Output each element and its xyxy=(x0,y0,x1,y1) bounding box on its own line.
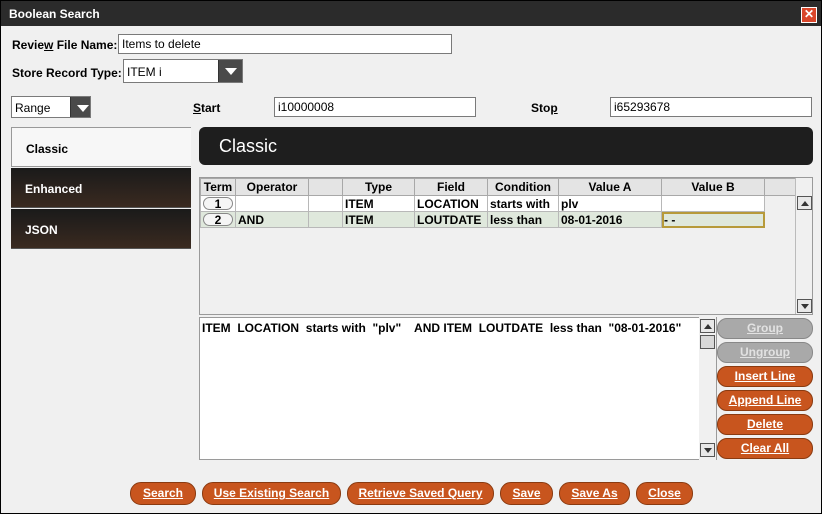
term-cell[interactable]: 2 xyxy=(200,211,236,228)
type-cell[interactable]: ITEM xyxy=(342,211,415,228)
tab-enhanced-label: Enhanced xyxy=(25,182,83,196)
stop-input[interactable]: i65293678 xyxy=(610,97,812,117)
value-b-input[interactable]: - - xyxy=(661,211,765,228)
value-b-cell[interactable] xyxy=(661,195,765,212)
table-row[interactable]: 2 AND ITEM LOUTDATE less than 08-01-2016… xyxy=(200,211,799,228)
grid-scrollbar[interactable] xyxy=(795,178,812,314)
insert-line-button[interactable]: Insert Line xyxy=(717,366,813,387)
ungroup-button[interactable]: Ungroup xyxy=(717,342,813,363)
col-value-b: Value B xyxy=(661,178,765,196)
panel-header: Classic xyxy=(199,127,813,165)
review-file-name-label: Review File Name: xyxy=(12,38,118,52)
scroll-thumb[interactable] xyxy=(700,335,715,349)
value-a-cell[interactable]: 08-01-2016 xyxy=(558,211,662,228)
scroll-down-icon[interactable] xyxy=(797,299,812,313)
scroll-up-icon[interactable] xyxy=(700,319,715,333)
panel-title: Classic xyxy=(219,136,278,156)
term-button[interactable]: 1 xyxy=(203,196,233,210)
blank-cell[interactable] xyxy=(308,211,343,228)
condition-cell[interactable]: starts with xyxy=(487,195,559,212)
range-value: Range xyxy=(15,101,51,115)
table-header-row: Term Operator Type Field Condition Value… xyxy=(200,178,799,196)
extra-cell xyxy=(764,195,799,212)
search-terms-grid: Term Operator Type Field Condition Value… xyxy=(199,177,813,315)
col-condition: Condition xyxy=(487,178,559,196)
tab-enhanced[interactable]: Enhanced xyxy=(11,168,191,208)
start-input[interactable]: i10000008 xyxy=(274,97,476,117)
store-record-type-value: ITEM i xyxy=(127,65,162,79)
query-text-area[interactable]: ITEM LOCATION starts with "plv" AND ITEM… xyxy=(199,317,717,460)
term-button[interactable]: 2 xyxy=(203,212,233,226)
condition-cell[interactable]: less than xyxy=(487,211,559,228)
window-title: Boolean Search xyxy=(9,7,100,21)
query-scrollbar[interactable] xyxy=(699,317,716,460)
table-row[interactable]: 1 ITEM LOCATION starts with plv xyxy=(200,195,799,212)
range-select[interactable]: Range xyxy=(11,96,91,118)
type-cell[interactable]: ITEM xyxy=(342,195,415,212)
store-record-type-select[interactable]: ITEM i xyxy=(123,59,243,83)
tab-classic-label: Classic xyxy=(26,142,69,156)
close-window-icon[interactable]: ✕ xyxy=(801,7,817,23)
stop-label: Stop xyxy=(531,101,558,115)
col-extra xyxy=(764,178,799,196)
value-a-cell[interactable]: plv xyxy=(558,195,662,212)
col-blank xyxy=(308,178,343,196)
store-record-type-label: Store Record Type: xyxy=(12,66,122,80)
tab-json[interactable]: JSON xyxy=(11,209,191,249)
title-bar: Boolean Search xyxy=(1,1,821,26)
extra-cell xyxy=(764,211,799,228)
chevron-down-icon[interactable] xyxy=(218,60,242,82)
save-as-button[interactable]: Save As xyxy=(559,482,630,505)
retrieve-saved-query-button[interactable]: Retrieve Saved Query xyxy=(347,482,494,505)
scroll-down-icon[interactable] xyxy=(700,443,715,457)
col-field: Field xyxy=(414,178,488,196)
term-cell[interactable]: 1 xyxy=(200,195,236,212)
field-cell[interactable]: LOUTDATE xyxy=(414,211,488,228)
clear-all-button[interactable]: Clear All xyxy=(717,438,813,459)
blank-cell[interactable] xyxy=(308,195,343,212)
search-button[interactable]: Search xyxy=(130,482,196,505)
tab-json-label: JSON xyxy=(25,223,58,237)
save-button[interactable]: Save xyxy=(500,482,553,505)
field-cell[interactable]: LOCATION xyxy=(414,195,488,212)
col-term: Term xyxy=(200,178,236,196)
terms-table: Term Operator Type Field Condition Value… xyxy=(200,178,799,228)
tab-classic[interactable]: Classic xyxy=(11,127,191,167)
col-value-a: Value A xyxy=(558,178,662,196)
group-button[interactable]: Group xyxy=(717,318,813,339)
boolean-search-window: Boolean Search ✕ Review File Name: Items… xyxy=(0,0,822,514)
append-line-button[interactable]: Append Line xyxy=(717,390,813,411)
col-type: Type xyxy=(342,178,415,196)
start-label: Start xyxy=(193,101,221,115)
close-button[interactable]: Close xyxy=(636,482,693,505)
operator-cell[interactable]: AND xyxy=(235,211,309,228)
scroll-up-icon[interactable] xyxy=(797,196,812,210)
col-operator: Operator xyxy=(235,178,309,196)
operator-cell[interactable] xyxy=(235,195,309,212)
chevron-down-icon[interactable] xyxy=(70,97,90,117)
review-file-name-input[interactable]: Items to delete xyxy=(118,34,452,54)
use-existing-search-button[interactable]: Use Existing Search xyxy=(202,482,341,505)
delete-button[interactable]: Delete xyxy=(717,414,813,435)
